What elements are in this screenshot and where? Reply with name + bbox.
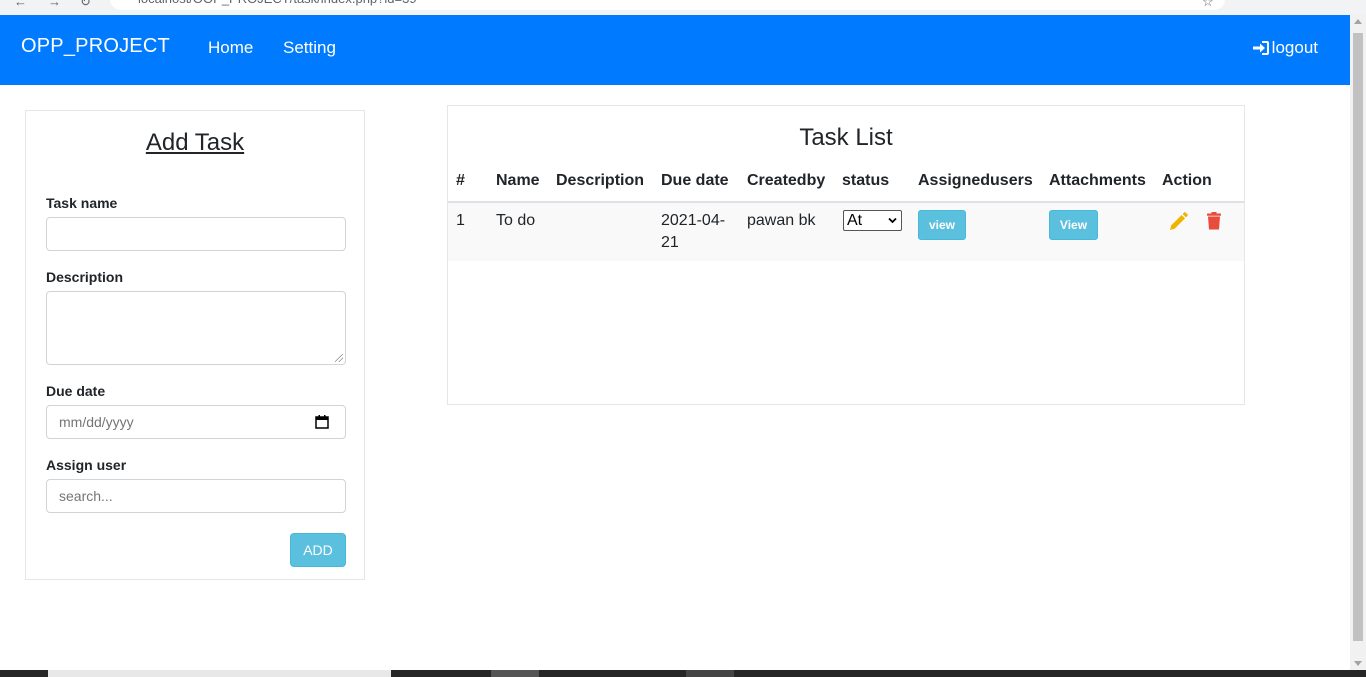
- brand-logo[interactable]: OPP_PROJECT: [21, 35, 170, 58]
- scroll-down-icon[interactable]: [1354, 661, 1362, 666]
- logout-label: logout: [1271, 38, 1318, 57]
- address-bar[interactable]: localhost/OOP_PROJECT/task/index.php?id=…: [110, 0, 1225, 10]
- add-task-button[interactable]: ADD: [290, 533, 346, 567]
- column-header-number: #: [456, 172, 465, 189]
- page-scrollbar[interactable]: [1350, 15, 1366, 670]
- task-name-label: Task name: [46, 195, 118, 211]
- forward-icon[interactable]: →: [48, 0, 61, 9]
- calendar-icon[interactable]: [315, 415, 329, 429]
- status-select[interactable]: At: [843, 210, 902, 231]
- column-header-name: Name: [496, 172, 540, 189]
- assign-user-label: Assign user: [46, 457, 127, 473]
- add-task-card: Add Task Task name Description Due date …: [25, 110, 365, 580]
- view-attachments-button[interactable]: View: [1049, 210, 1098, 240]
- status-selected-value: At: [847, 212, 863, 229]
- sign-in-icon: [1252, 41, 1269, 55]
- taskbar-search-box[interactable]: [48, 670, 391, 677]
- assign-user-search-input[interactable]: [46, 479, 346, 513]
- os-taskbar: [0, 670, 1366, 677]
- chevron-down-icon: [888, 217, 897, 224]
- scrollbar-thumb[interactable]: [1353, 33, 1363, 641]
- row-due-date-line1: 2021-04-: [661, 212, 726, 229]
- description-label: Description: [46, 269, 124, 285]
- row-due-date-line2: 21: [661, 234, 679, 251]
- reload-icon[interactable]: ↻: [80, 0, 91, 10]
- resize-grip-icon[interactable]: [335, 354, 343, 362]
- due-date-input[interactable]: mm/dd/yyyy: [46, 405, 346, 439]
- column-header-status: status: [842, 172, 890, 189]
- column-header-attachments: Attachments: [1049, 172, 1146, 189]
- task-list-title: Task List: [799, 124, 893, 151]
- nav-home-link[interactable]: Home: [208, 38, 253, 58]
- row-task-name: To do: [496, 212, 536, 229]
- description-textarea[interactable]: [46, 291, 346, 365]
- scroll-up-icon[interactable]: [1354, 19, 1362, 24]
- trash-icon[interactable]: [1207, 212, 1221, 230]
- add-task-title: Add Task: [145, 129, 245, 156]
- top-navbar: OPP_PROJECT Home Setting logout: [0, 15, 1350, 85]
- task-list-card: Task List # Name Description Due date Cr…: [447, 105, 1245, 405]
- column-header-description: Description: [556, 172, 645, 189]
- row-number: 1: [456, 212, 465, 229]
- column-header-assignedusers: Assignedusers: [918, 172, 1033, 189]
- column-header-due-date: Due date: [661, 172, 729, 189]
- due-date-placeholder: mm/dd/yyyy: [59, 414, 134, 430]
- task-name-input[interactable]: [46, 217, 346, 251]
- bookmark-star-icon[interactable]: ☆: [1202, 0, 1214, 10]
- logout-link[interactable]: logout: [1252, 38, 1318, 58]
- nav-setting-link[interactable]: Setting: [283, 38, 336, 58]
- taskbar-app[interactable]: [686, 670, 734, 677]
- back-icon[interactable]: ←: [14, 0, 27, 9]
- due-date-label: Due date: [46, 383, 106, 399]
- column-header-action: Action: [1162, 172, 1212, 189]
- taskbar-app[interactable]: [491, 670, 539, 677]
- pencil-icon[interactable]: [1168, 212, 1188, 232]
- browser-toolbar: ← → ↻ localhost/OOP_PROJECT/task/index.p…: [0, 0, 1366, 15]
- row-due-date: 2021-04- 21: [661, 210, 731, 254]
- column-header-createdby: Createdby: [747, 172, 826, 189]
- row-created-by: pawan bk: [747, 212, 816, 229]
- view-assigned-users-button[interactable]: view: [918, 210, 966, 240]
